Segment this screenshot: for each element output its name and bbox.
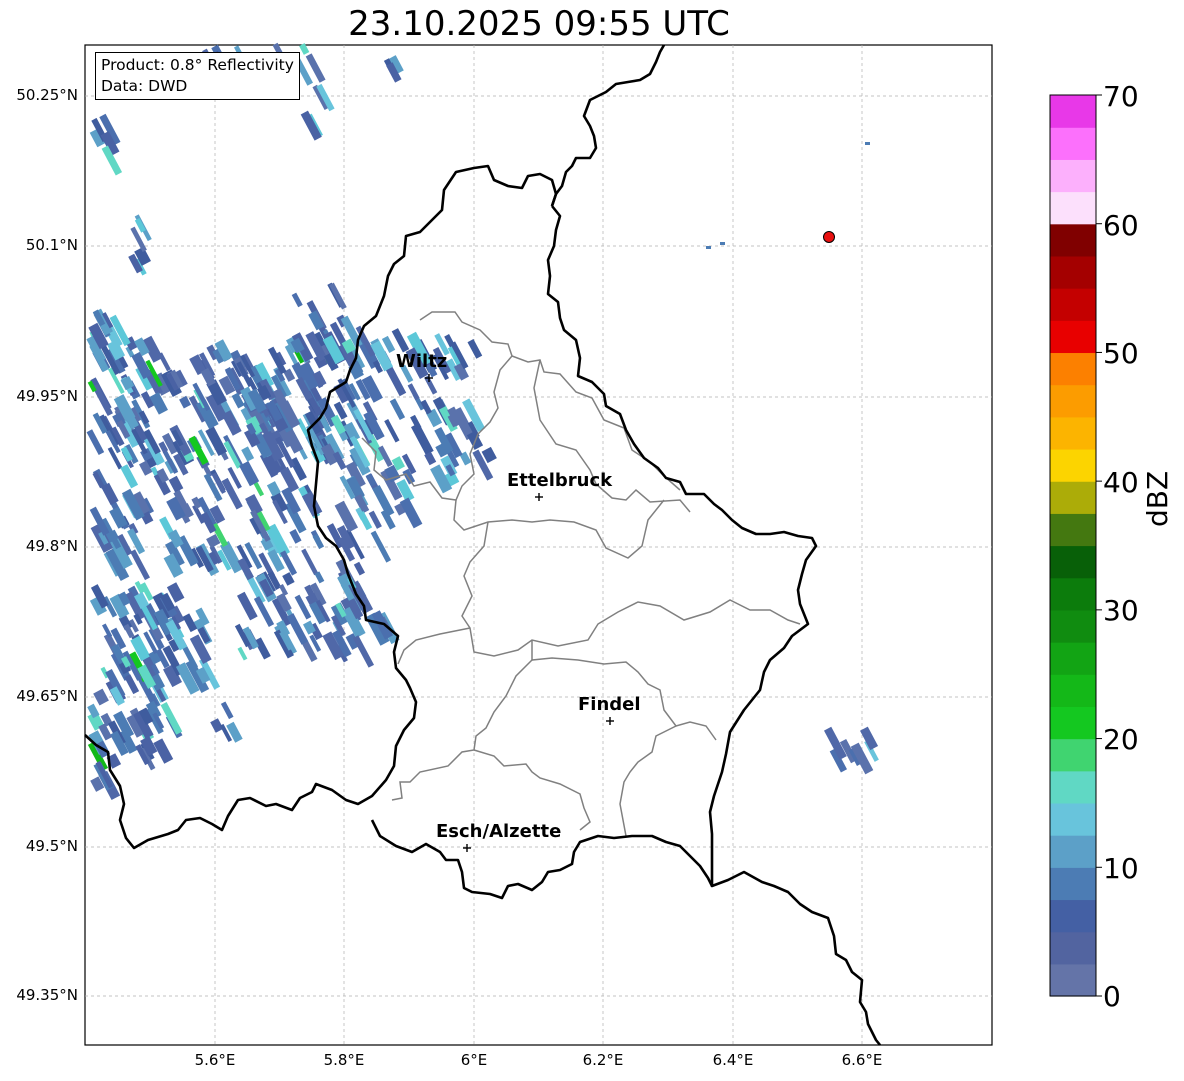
city-label-ettelbruck: Ettelbruck [507,470,613,491]
colorbar-bin [1050,352,1096,386]
product-label: Product: 0.8° Reflectivity [101,56,294,74]
colorbar-tick-label: 10 [1103,852,1139,885]
colorbar-bin [1050,802,1096,836]
lat-label: 49.5°N [25,837,78,855]
lon-label: 6.4°E [712,1051,754,1069]
lon-label: 6°E [460,1051,488,1069]
colorbar-bin [1050,738,1096,772]
lat-label: 50.25°N [16,86,78,104]
colorbar-tick-label: 50 [1103,337,1139,370]
lon-label: 6.6°E [841,1051,883,1069]
radar-site-marker [823,231,835,243]
colorbar-bin [1050,223,1096,257]
colorbar-bin [1050,931,1096,965]
colorbar-bin [1050,770,1096,804]
colorbar-unit-label: dBZ [1141,470,1174,527]
colorbar-tick-label: 60 [1103,209,1139,242]
colorbar-bin [1050,159,1096,193]
lat-label: 49.8°N [25,537,78,555]
colorbar-bin [1050,899,1096,933]
data-source-label: Data: DWD [101,77,188,95]
colorbar-bin [1050,416,1096,450]
colorbar-tick-label: 30 [1103,594,1139,627]
lon-label: 5.8°E [323,1051,365,1069]
colorbar-bin [1050,448,1096,482]
city-label-wiltz: Wiltz [396,351,448,372]
colorbar-bin [1050,288,1096,321]
colorbar-bin [1050,609,1096,643]
colorbar [1049,94,1102,997]
lat-label: 49.35°N [16,986,78,1004]
colorbar-bin [1050,642,1096,675]
echo-cell [865,142,870,145]
lat-label: 49.95°N [16,387,78,405]
lon-label: 5.6°E [194,1051,236,1069]
colorbar-bin [1050,255,1096,289]
colorbar-bin [1050,127,1096,160]
colorbar-bin [1050,867,1096,901]
city-label-findel: Findel [578,694,641,715]
colorbar-tick-label: 20 [1103,723,1139,756]
echo-cell [720,242,725,245]
colorbar-bin [1050,963,1096,997]
map-frame [84,44,993,1046]
colorbar-bin [1050,835,1096,868]
echo-cell [706,246,711,249]
colorbar-bin [1050,513,1096,547]
colorbar-bin [1050,384,1096,418]
colorbar-bin [1050,481,1096,514]
lat-label: 50.1°N [25,236,78,254]
city-label-esch-alzette: Esch/Alzette [436,821,562,842]
colorbar-bin [1050,577,1096,611]
product-info-box: Product: 0.8° Reflectivity Data: DWD [95,52,300,100]
colorbar-bin [1050,545,1096,579]
colorbar-bin [1050,320,1096,354]
colorbar-bin [1050,95,1096,128]
radar-map [84,42,1102,1046]
lat-label: 49.65°N [16,687,78,705]
colorbar-tick-label: 40 [1103,466,1139,499]
colorbar-bin [1050,706,1096,740]
colorbar-bin [1050,191,1096,225]
colorbar-tick-label: 70 [1103,80,1139,113]
colorbar-tick-label: 0 [1103,980,1121,1013]
colorbar-bin [1050,674,1096,707]
lon-label: 6.2°E [582,1051,624,1069]
